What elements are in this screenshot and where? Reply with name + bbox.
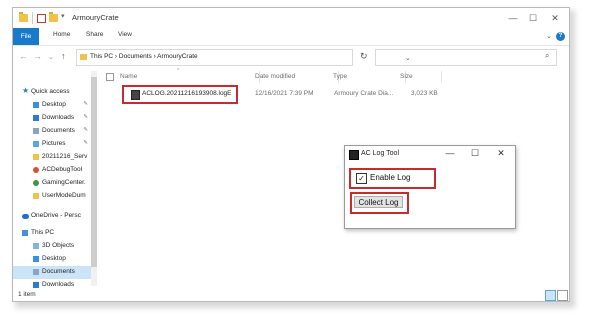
maximize-icon[interactable]: ☐: [523, 11, 543, 25]
file-highlight-outline: [122, 85, 238, 104]
sidebar-item-20211216-serv[interactable]: 20211216_Serv: [13, 151, 93, 164]
sidebar-item-acdebugtool[interactable]: ACDebugTool: [13, 164, 93, 177]
details-view-icon[interactable]: [545, 290, 556, 301]
dialog-title: AC Log Tool: [361, 150, 400, 157]
desktop-icon: [33, 256, 39, 262]
file-size: 3,023 KB: [411, 90, 438, 97]
quick-access-toolbar-dropdown-icon[interactable]: ▾: [61, 12, 65, 20]
scrollbar-thumb[interactable]: [91, 77, 97, 267]
window-title: ArmouryCrate: [72, 13, 119, 22]
pin-icon[interactable]: ✎: [83, 114, 88, 120]
pin-icon[interactable]: ✎: [83, 127, 88, 133]
up-icon[interactable]: ↑: [61, 51, 66, 61]
app-icon: [349, 150, 359, 160]
tab-share[interactable]: Share: [86, 31, 103, 38]
star-icon: ★: [22, 86, 30, 95]
pc-icon: [22, 230, 28, 236]
sidebar-item-usermodedum[interactable]: UserModeDum: [13, 190, 93, 203]
sort-ascending-icon: ^: [177, 68, 180, 74]
desktop-icon: [33, 102, 39, 108]
search-icon[interactable]: ⌕: [545, 51, 549, 61]
status-bar: 1 item: [13, 289, 569, 301]
address-bar[interactable]: This PC › Documents › ArmouryCrate ⌄: [76, 49, 411, 66]
sidebar-item-documents[interactable]: Documents ✎: [13, 125, 93, 138]
onedrive-icon: [22, 214, 29, 219]
sidebar-item-documents-pc[interactable]: Documents: [13, 266, 93, 279]
column-header-name[interactable]: Name: [120, 73, 137, 80]
documents-icon: [33, 269, 39, 275]
close-icon[interactable]: ✕: [491, 147, 511, 159]
app-icon: [33, 167, 39, 173]
ribbon: File Home Share View ⌄ ?: [13, 28, 569, 46]
sidebar-item-gamingcenter[interactable]: GamingCenter.: [13, 177, 93, 190]
enable-log-label[interactable]: Enable Log: [370, 173, 410, 182]
navigation-pane: ★ Quick access Desktop ✎ Downloads ✎ Doc…: [13, 68, 93, 289]
back-icon[interactable]: ←: [19, 51, 28, 61]
tab-file[interactable]: File: [13, 28, 39, 45]
tab-home[interactable]: Home: [53, 31, 70, 38]
column-header-type[interactable]: Type: [333, 73, 347, 80]
new-folder-icon[interactable]: [49, 12, 58, 22]
pin-icon[interactable]: ✎: [83, 140, 88, 146]
close-icon[interactable]: ✕: [545, 11, 565, 25]
recent-locations-icon[interactable]: ⌄: [48, 53, 54, 61]
help-icon[interactable]: ?: [556, 32, 565, 41]
maximize-icon[interactable]: ☐: [465, 147, 485, 159]
forward-icon[interactable]: →: [33, 51, 42, 61]
minimize-icon[interactable]: —: [503, 11, 523, 25]
sidebar-item-3d-objects[interactable]: 3D Objects: [13, 240, 93, 253]
pin-icon[interactable]: ✎: [83, 101, 88, 107]
sidebar-item-quick-access[interactable]: ★ Quick access: [13, 86, 93, 99]
refresh-icon[interactable]: ↻: [360, 51, 368, 62]
collect-log-button[interactable]: Collect Log: [354, 196, 403, 208]
folder-icon: [33, 154, 39, 160]
app-icon: [33, 180, 39, 186]
search-input[interactable]: [375, 49, 557, 66]
column-header-date[interactable]: Date modified: [255, 73, 295, 80]
ac-log-tool-dialog: AC Log Tool — ☐ ✕ ✓ Enable Log Collect L…: [344, 145, 516, 229]
file-date: 12/16/2021 7:39 PM: [255, 90, 314, 97]
3d-objects-icon: [33, 243, 39, 249]
download-icon: [33, 282, 39, 288]
sidebar-scrollbar[interactable]: [91, 71, 97, 286]
properties-icon[interactable]: [37, 14, 46, 23]
sidebar-item-pictures[interactable]: Pictures ✎: [13, 138, 93, 151]
sidebar-item-downloads[interactable]: Downloads ✎: [13, 112, 93, 125]
collect-log-highlight-outline: Collect Log: [350, 192, 409, 214]
documents-icon: [33, 128, 39, 134]
column-header-size[interactable]: Size: [400, 73, 413, 80]
title-bar: ▾ ArmouryCrate — ☐ ✕: [13, 8, 569, 28]
minimize-icon[interactable]: —: [440, 147, 460, 159]
pictures-icon: [33, 141, 39, 147]
folder-icon: [33, 193, 39, 199]
enable-log-highlight-outline: ✓ Enable Log: [349, 168, 436, 189]
file-type: Armoury Crate Dia...: [334, 90, 394, 97]
breadcrumb[interactable]: This PC › Documents › ArmouryCrate: [90, 53, 198, 60]
sidebar-item-this-pc[interactable]: This PC: [13, 227, 93, 240]
item-count: 1 item: [18, 291, 36, 298]
separator: [32, 12, 33, 24]
folder-icon: [19, 12, 28, 22]
select-all-checkbox[interactable]: [106, 73, 114, 81]
ribbon-collapse-icon[interactable]: ⌄: [546, 32, 552, 40]
sidebar-item-desktop-pc[interactable]: Desktop: [13, 253, 93, 266]
sidebar-item-onedrive[interactable]: OneDrive - Persc: [13, 210, 93, 223]
enable-log-checkbox[interactable]: ✓: [356, 173, 367, 184]
download-icon: [33, 115, 39, 121]
large-icons-view-icon[interactable]: [557, 290, 568, 301]
folder-icon: [80, 54, 87, 60]
navigation-bar: ← → ⌄ ↑ This PC › Documents › ArmouryCra…: [13, 46, 569, 68]
column-divider[interactable]: [441, 71, 442, 83]
tab-view[interactable]: View: [118, 31, 132, 38]
sidebar-item-desktop[interactable]: Desktop ✎: [13, 99, 93, 112]
